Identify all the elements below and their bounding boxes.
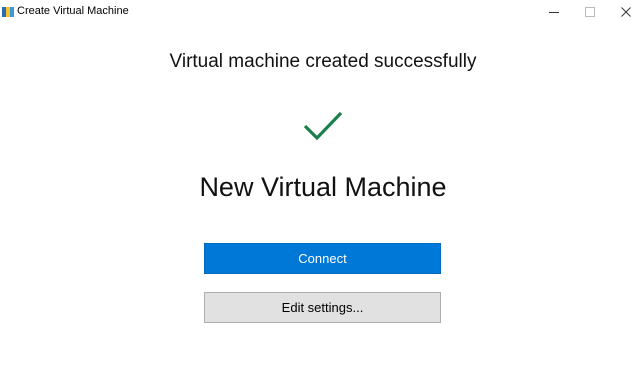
maximize-icon bbox=[585, 7, 595, 17]
hyper-v-app-icon bbox=[2, 5, 14, 17]
close-icon bbox=[621, 7, 631, 17]
edit-settings-button[interactable]: Edit settings... bbox=[204, 292, 441, 323]
window-title: Create Virtual Machine bbox=[17, 5, 129, 17]
status-heading: Virtual machine created successfully bbox=[169, 51, 477, 72]
title-bar[interactable]: Create Virtual Machine bbox=[0, 0, 640, 24]
minimize-icon bbox=[549, 12, 559, 13]
checkmark-icon bbox=[302, 110, 344, 142]
close-button[interactable] bbox=[610, 0, 640, 24]
connect-button[interactable]: Connect bbox=[204, 243, 441, 274]
create-vm-window: Create Virtual Machine Virtual machine c… bbox=[0, 0, 640, 374]
maximize-button[interactable] bbox=[574, 0, 606, 24]
vm-name: New Virtual Machine bbox=[199, 172, 447, 202]
minimize-button[interactable] bbox=[538, 0, 570, 24]
